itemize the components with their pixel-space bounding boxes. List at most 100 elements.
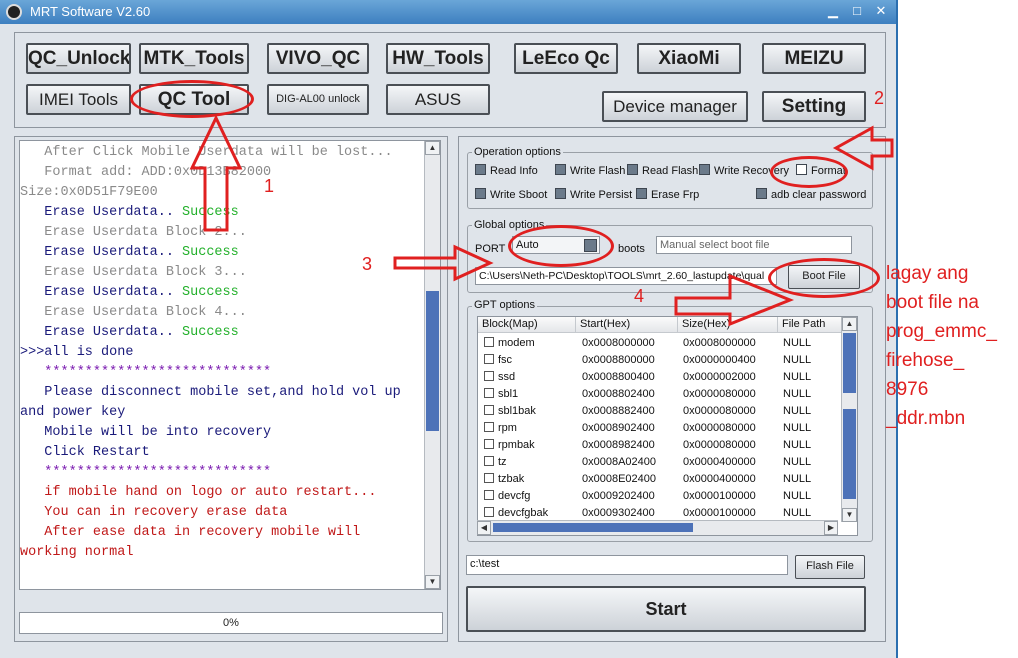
gpt-vscroll[interactable]: ▲ ▼ (841, 317, 857, 522)
row-checkbox[interactable] (484, 507, 494, 517)
table-row[interactable]: devcfg 0x0009202400 0x0000100000 NULL (478, 488, 842, 505)
log-scrollbar[interactable]: ▲ ▼ (424, 141, 440, 589)
table-cell: 0x0000080000 (683, 422, 756, 434)
row-checkbox[interactable] (484, 456, 494, 466)
read-info-checkbox[interactable]: Read Info (475, 164, 538, 177)
table-row[interactable]: sbl1 0x0008802400 0x0000080000 NULL (478, 386, 842, 403)
maximize-icon[interactable]: □ (846, 2, 868, 20)
log-line: Mobile will be into recovery (20, 425, 272, 440)
table-row[interactable]: fsc 0x0008800000 0x0000000400 NULL (478, 352, 842, 369)
minimize-icon[interactable]: ▁ (822, 2, 844, 20)
boot-file-select-field[interactable]: Manual select boot file (656, 236, 852, 254)
table-row[interactable]: ssd 0x0008800400 0x0000002000 NULL (478, 369, 842, 386)
operation-options-title: Operation options (472, 146, 563, 158)
log-line: Erase Userdata.. Success (20, 325, 239, 340)
scroll-right-icon[interactable]: ▶ (824, 521, 838, 535)
scroll-left-icon[interactable]: ◀ (477, 521, 491, 535)
scroll-down-icon[interactable]: ▼ (425, 575, 440, 589)
annotation-step-2: 2 (874, 88, 885, 108)
h-scroll-thumb[interactable] (493, 523, 693, 532)
row-checkbox[interactable] (484, 439, 494, 449)
row-checkbox[interactable] (484, 371, 494, 381)
table-cell: devcfgbak (498, 507, 549, 519)
annotation-note: lagay ang boot file na prog_emmc_ fireho… (886, 259, 997, 433)
scroll-thumb[interactable] (426, 291, 439, 431)
row-checkbox[interactable] (484, 422, 494, 432)
log-line: **************************** (20, 365, 272, 380)
gpt-table[interactable]: Block(Map) Start(Hex) Size(Hex) File Pat… (477, 316, 858, 536)
table-cell: tzbak (498, 473, 525, 485)
erase-frp-checkbox[interactable]: Erase Frp (636, 188, 699, 201)
table-cell: NULL (783, 354, 812, 366)
boots-label: boots (618, 243, 645, 255)
gpt-hscroll[interactable]: ◀ ▶ (477, 520, 838, 535)
row-checkbox[interactable] (484, 405, 494, 415)
row-checkbox[interactable] (484, 490, 494, 500)
table-row[interactable]: rpm 0x0008902400 0x0000080000 NULL (478, 420, 842, 437)
adb-clear-password-checkbox[interactable]: adb clear password (756, 188, 866, 201)
imei-tools-button[interactable]: IMEI Tools (26, 84, 131, 115)
col-start-hex[interactable]: Start(Hex) (576, 317, 678, 333)
write-persist-checkbox[interactable]: Write Persist (555, 188, 632, 201)
scroll-up-icon[interactable]: ▲ (842, 317, 857, 331)
flash-path-value: c:\test (470, 558, 500, 570)
table-row[interactable]: tz 0x0008A02400 0x0000400000 NULL (478, 454, 842, 471)
hw-tools-button[interactable]: HW_Tools (386, 43, 490, 74)
table-cell: devcfg (498, 490, 531, 502)
row-checkbox[interactable] (484, 354, 494, 364)
log-line: Please disconnect mobile set,and hold vo… (20, 385, 401, 400)
table-row[interactable]: rpmbak 0x0008982400 0x0000080000 NULL (478, 437, 842, 454)
boot-file-placeholder: Manual select boot file (660, 239, 770, 251)
xiaomi-button[interactable]: XiaoMi (637, 43, 741, 74)
start-button[interactable]: Start (466, 586, 866, 632)
table-row[interactable]: modem 0x0008000000 0x0008000000 NULL (478, 335, 842, 352)
row-checkbox[interactable] (484, 388, 494, 398)
table-cell: 0x0009302400 (582, 507, 655, 519)
log-line: if mobile hand on logo or auto restart..… (20, 485, 377, 500)
qc-unlock-button[interactable]: QC_Unlock (26, 43, 131, 74)
scroll-up-icon[interactable]: ▲ (425, 141, 440, 155)
table-cell: 0x0000100000 (683, 490, 756, 502)
scroll-thumb[interactable] (843, 333, 856, 393)
log-line: Erase Userdata Block 3... (20, 265, 247, 280)
table-cell: NULL (783, 473, 812, 485)
gpt-options-title: GPT options (472, 299, 537, 311)
note-line: _ddr.mbn (886, 408, 966, 429)
scroll-down-icon[interactable]: ▼ (842, 508, 857, 522)
table-row[interactable]: tzbak 0x0008E02400 0x0000400000 NULL (478, 471, 842, 488)
table-cell: sbl1 (498, 388, 519, 400)
mtk-tools-button[interactable]: MTK_Tools (139, 43, 249, 74)
setting-button[interactable]: Setting (762, 91, 866, 122)
device-manager-button[interactable]: Device manager (602, 91, 748, 122)
table-cell: NULL (783, 439, 812, 451)
annotation-oval-qc-tool (130, 80, 254, 118)
log-output[interactable]: ▲ ▼ After Click Mobile Userdata will be … (19, 140, 441, 590)
dig-al00-unlock-button[interactable]: DIG-AL00 unlock (267, 84, 369, 115)
col-size-hex[interactable]: Size(Hex) (678, 317, 778, 333)
note-line: 8976 (886, 379, 929, 400)
leeco-qc-button[interactable]: LeEco Qc (514, 43, 618, 74)
row-checkbox[interactable] (484, 337, 494, 347)
asus-button[interactable]: ASUS (386, 84, 490, 115)
adb-clear-password-label: adb clear password (771, 189, 867, 201)
col-file-path[interactable]: File Path (778, 317, 842, 333)
table-cell: NULL (783, 388, 812, 400)
read-flash-checkbox[interactable]: Read Flash (627, 164, 698, 177)
close-icon[interactable]: ✕ (870, 2, 892, 20)
boot-path-field[interactable]: C:\Users\Neth-PC\Desktop\TOOLS\mrt_2.60_… (475, 267, 777, 285)
annotation-oval-boot-file (768, 258, 880, 298)
table-cell: NULL (783, 371, 812, 383)
row-checkbox[interactable] (484, 473, 494, 483)
col-block-map[interactable]: Block(Map) (478, 317, 576, 333)
flash-file-button[interactable]: Flash File (795, 555, 865, 579)
flash-path-field[interactable]: c:\test (466, 555, 788, 575)
table-cell: modem (498, 337, 535, 349)
write-sboot-checkbox[interactable]: Write Sboot (475, 188, 547, 201)
table-cell: 0x0008882400 (582, 405, 655, 417)
vivo-qc-button[interactable]: VIVO_QC (267, 43, 369, 74)
meizu-button[interactable]: MEIZU (762, 43, 866, 74)
table-cell: NULL (783, 456, 812, 468)
erase-frp-label: Erase Frp (651, 189, 700, 201)
table-row[interactable]: sbl1bak 0x0008882400 0x0000080000 NULL (478, 403, 842, 420)
write-flash-checkbox[interactable]: Write Flash (555, 164, 625, 177)
